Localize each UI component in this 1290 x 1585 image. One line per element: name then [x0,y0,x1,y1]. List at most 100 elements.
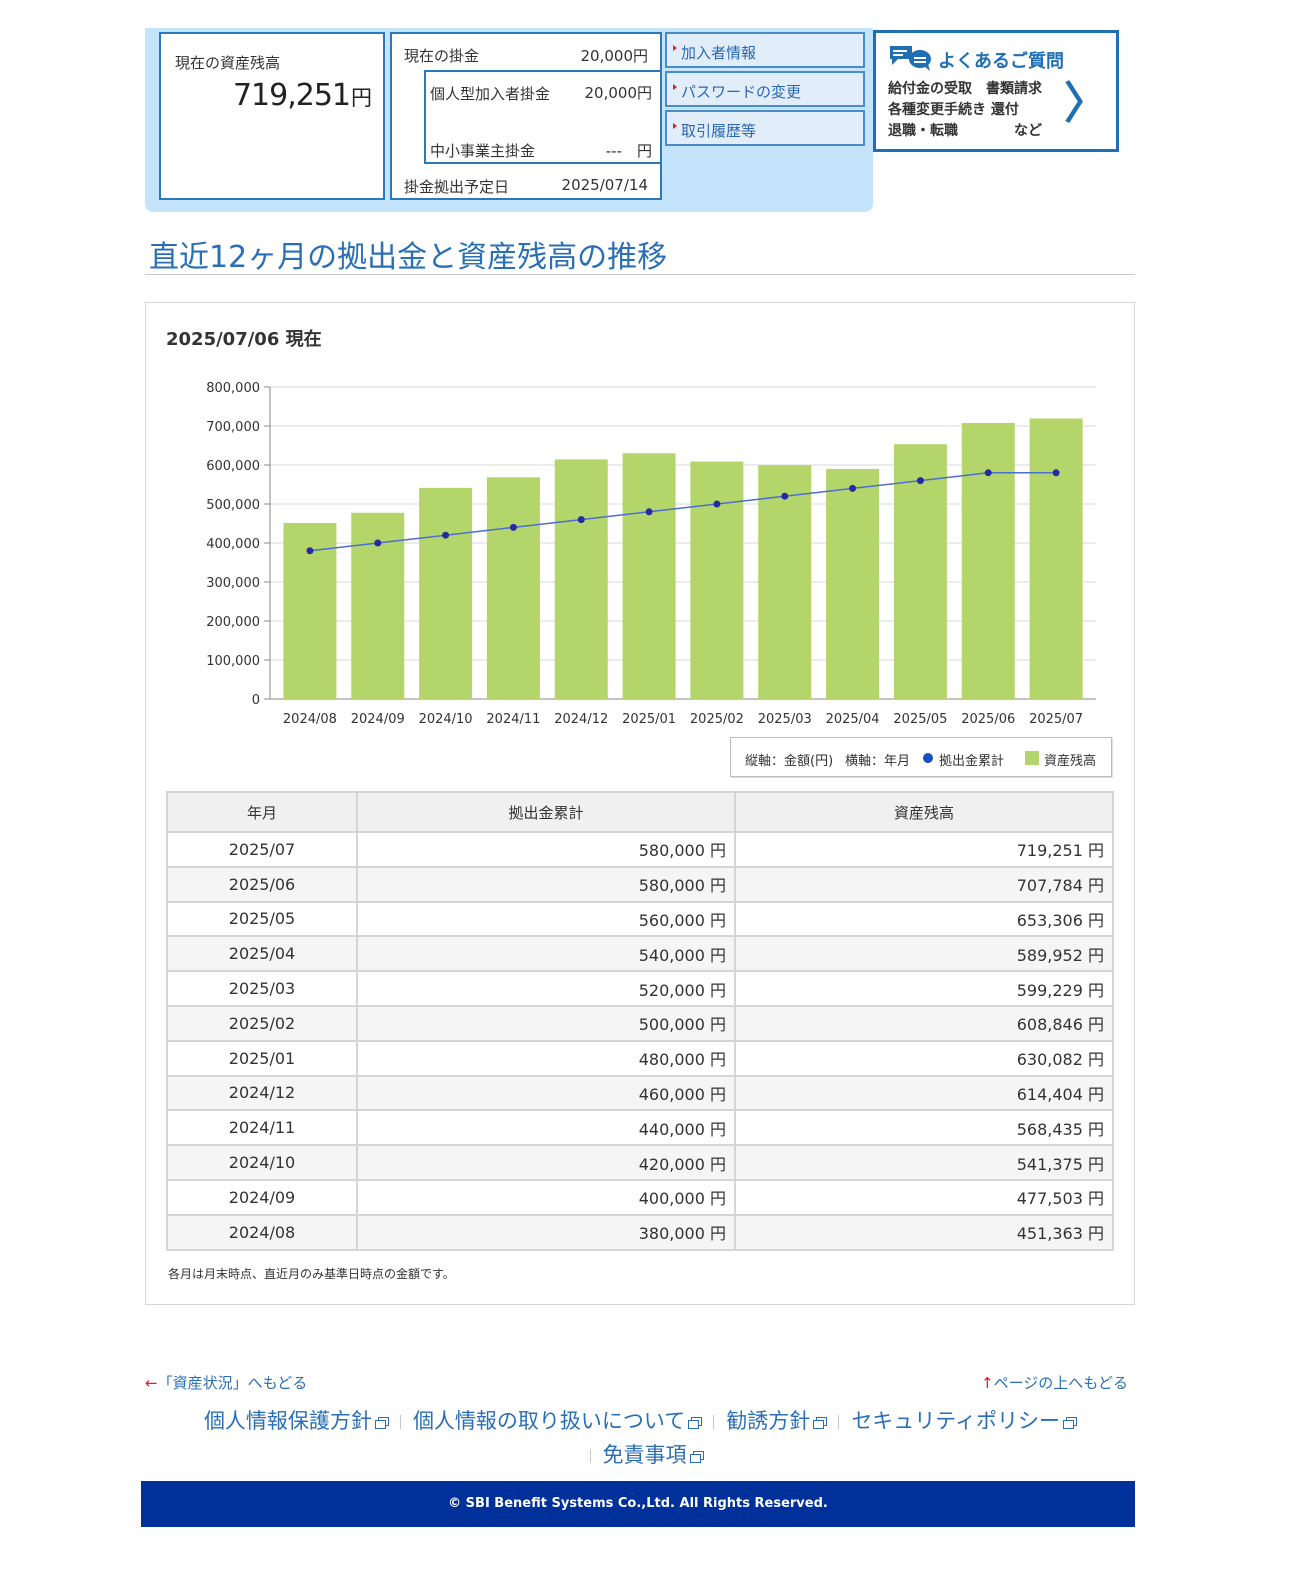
x-tick-label: 2025/03 [758,712,812,727]
table-row: 2025/02 500,000 円 608,846 円 [166,1004,1114,1042]
copyright-bar: © SBI Benefit Systems Co.,Ltd. All Right… [141,1481,1135,1527]
table-row: 2025/07 580,000 円 719,251 円 [166,831,1114,868]
y-tick-label: 800,000 [206,381,260,396]
y-tick-label: 200,000 [206,615,260,630]
table-row: 2024/10 420,000 円 541,375 円 [166,1144,1114,1181]
faq-line-2: 各種変更手続き 還付 [888,102,1019,118]
cell-asset: 599,229 円 [734,970,1114,1007]
chart-panel: 2025/07/06 現在 800,000 700,000 600,000 500,0… [145,302,1135,1305]
cell-contribution: 420,000 円 [356,1144,736,1181]
balance-unit: 円 [351,86,372,110]
point-contribution [645,508,653,516]
cell-contribution: 400,000 円 [356,1178,736,1216]
legend-asset: 資産残高 [1044,754,1097,769]
point-contribution [442,531,450,539]
divider [399,1415,401,1429]
point-contribution [374,539,382,547]
cell-contribution: 560,000 円 [356,900,736,938]
cell-year-month: 2024/10 [166,1144,358,1181]
bar-asset [554,459,608,699]
bar-asset [486,477,540,699]
faq-title: よくあるご質問 [938,51,1064,72]
table-row: 2024/12 460,000 円 614,404 円 [166,1074,1114,1112]
x-tick-label: 2024/08 [283,712,337,727]
x-tick-label: 2024/09 [351,712,405,727]
faq-banner[interactable]: よくあるご質問 給付金の受取 書類請求 各種変更手続き 還付 退職・転職 など … [873,30,1119,152]
cell-asset: 630,082 円 [734,1039,1114,1077]
divider [589,1449,591,1463]
individual-value: 20,000円 [584,84,653,102]
faq-line-1: 給付金の受取 書類請求 [888,81,1042,97]
cell-year-month: 2024/08 [166,1213,358,1251]
point-contribution [781,492,789,500]
x-tick-label: 2025/07 [1029,712,1083,727]
cell-year-month: 2024/09 [166,1178,358,1216]
arrow-up-icon: ↑ [981,1374,994,1392]
cell-contribution: 500,000 円 [356,1004,736,1042]
x-tick-label: 2024/10 [419,712,473,727]
employer-label: 中小事業主掛金 [430,142,536,160]
point-contribution [916,477,924,485]
legend-asset-marker [1025,751,1039,765]
history-table: 年月 拠出金累計 資産残高 2025/07 580,000 円 719,251 円 … [166,791,1114,1251]
legend-xaxis: 横軸：年月 [845,754,911,769]
legend-yaxis: 縦軸：金額(円) [745,754,834,769]
bar-asset [758,465,812,699]
bar-asset [826,468,880,699]
point-contribution [984,469,992,477]
title-divider [145,274,1135,275]
back-to-top-link[interactable]: ↑ページの上へもどる [981,1372,1128,1393]
contribution-breakdown: 個人型加入者掛金 20,000円 中小事業主掛金 --- 円 [424,70,662,164]
cell-contribution: 520,000 円 [356,970,736,1007]
table-row: 2025/03 520,000 円 599,229 円 [166,970,1114,1007]
cell-asset: 608,846 円 [734,1004,1114,1042]
privacy-policy-link[interactable]: 個人情報保護方針 [204,1409,389,1433]
cell-asset: 707,784 円 [734,865,1114,903]
speech-bubble-icon [890,46,931,71]
member-info-link[interactable]: 加入者情報 [665,32,865,68]
schedule-value: 2025/07/14 [561,176,648,194]
cell-asset: 541,375 円 [734,1144,1114,1181]
transaction-history-link[interactable]: 取引履歴等 [665,110,865,146]
individual-label: 個人型加入者掛金 [430,85,551,103]
section-title: 直近12ヶ月の拠出金と資産残高の推移 [149,240,668,275]
point-contribution [509,523,517,531]
cell-year-month: 2025/05 [166,900,358,938]
privacy-handling-link[interactable]: 個人情報の取り扱いについて [413,1409,703,1433]
table-note: 各月は月末時点、直近月のみ基準日時点の金額です。 [168,1267,455,1281]
cell-asset: 719,251 円 [734,831,1114,868]
y-tick-label: 100,000 [206,654,260,669]
legend-contrib-marker [923,753,933,763]
cell-contribution: 580,000 円 [356,865,736,903]
cell-year-month: 2025/01 [166,1039,358,1077]
password-change-link[interactable]: パスワードの変更 [665,71,865,107]
table-row: 2025/04 540,000 円 589,952 円 [166,935,1114,973]
bar-asset [622,453,676,699]
balance-label: 現在の資産残高 [175,54,281,72]
point-contribution [713,500,721,508]
point-contribution [577,516,585,524]
point-contribution [849,484,857,492]
back-to-assets-link[interactable]: ←「資産状況」へもどる [145,1372,307,1393]
balance-box: 現在の資産残高 719,251円 [159,32,385,200]
point-contribution [306,547,314,555]
security-policy-link[interactable]: セキュリティポリシー [851,1409,1078,1433]
table-row: 2025/05 560,000 円 653,306 円 [166,900,1114,938]
x-tick-label: 2024/12 [554,712,608,727]
cell-year-month: 2025/03 [166,970,358,1007]
header-year-month: 年月 [166,791,358,833]
y-tick-label: 300,000 [206,576,260,591]
y-tick-label: 600,000 [206,459,260,474]
table-row: 2025/01 480,000 円 630,082 円 [166,1039,1114,1077]
bar-asset [690,461,744,699]
cell-year-month: 2024/11 [166,1109,358,1147]
disclaimer-link[interactable]: 免責事項 [603,1443,704,1467]
faq-line-3: 退職・転職 など [888,123,1042,139]
cell-asset: 477,503 円 [734,1178,1114,1216]
solicitation-policy-link[interactable]: 勧誘方針 [726,1409,828,1433]
x-tick-label: 2025/06 [961,712,1015,727]
divider [713,1415,715,1429]
balance-value: 719,251円 [232,78,372,113]
table-row: 2025/06 580,000 円 707,784 円 [166,865,1114,903]
arrow-left-icon: ← [145,1374,158,1392]
